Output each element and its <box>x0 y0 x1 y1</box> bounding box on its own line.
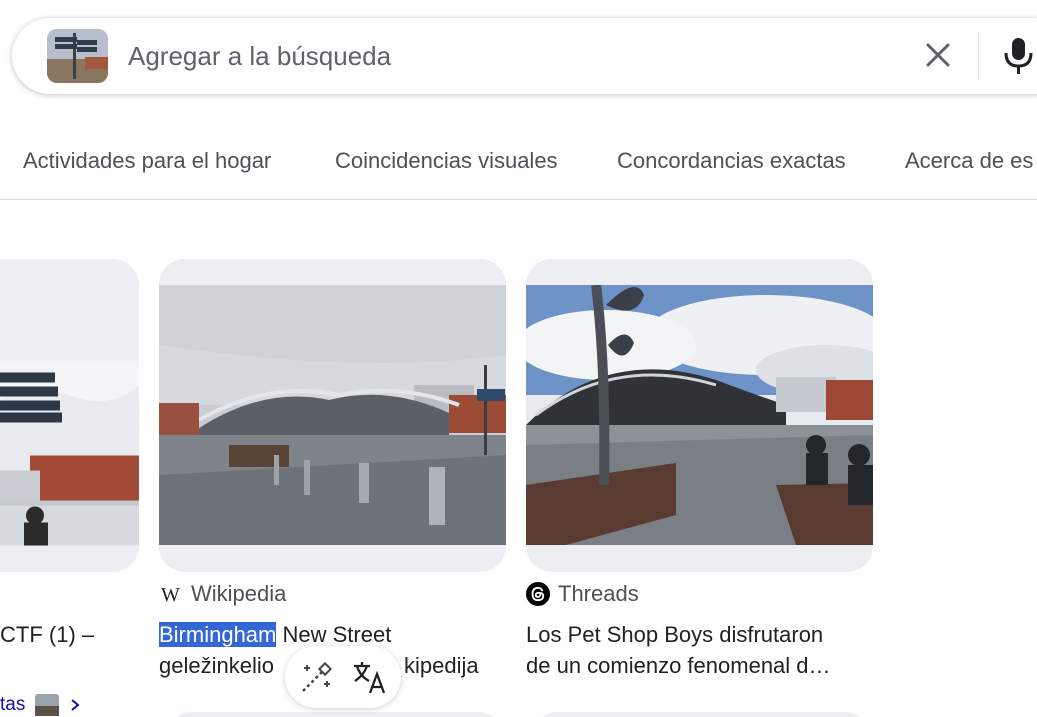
tab-coincidencias-visuales[interactable]: Coincidencias visuales <box>335 148 558 174</box>
tab-concordancias-exactas[interactable]: Concordancias exactas <box>617 148 846 174</box>
wikipedia-icon: W <box>161 584 180 606</box>
divider <box>978 32 979 80</box>
result-card-next[interactable] <box>536 712 866 717</box>
tab-acerca-de[interactable]: Acerca de es <box>905 148 1033 174</box>
result-image[interactable] <box>0 259 139 572</box>
title-line: de un comienzo fenomenal d… <box>526 653 831 678</box>
result-card-next[interactable] <box>170 712 500 717</box>
translate-icon[interactable] <box>351 659 389 697</box>
title-text: kipedija <box>403 653 479 678</box>
result-source[interactable]: W Wikipedia <box>159 581 286 607</box>
threads-icon <box>526 582 550 606</box>
title-text: New Street <box>276 622 392 647</box>
result-title[interactable]: Los Pet Shop Boys disfrutaron de un comi… <box>526 619 873 681</box>
source-name: Wikipedia <box>191 581 287 606</box>
title-text: geležinkelio <box>159 653 274 678</box>
title-line: Los Pet Shop Boys disfrutaron <box>526 622 824 647</box>
result-image[interactable] <box>526 259 873 572</box>
result-source[interactable]: Threads <box>526 581 639 607</box>
link-text: tas <box>0 694 26 715</box>
microphone-icon[interactable] <box>1002 36 1036 76</box>
title-highlight: Birmingham <box>159 622 277 647</box>
result-more-link[interactable]: tas <box>0 694 81 716</box>
close-icon[interactable] <box>918 38 958 74</box>
result-image[interactable] <box>159 259 506 572</box>
svg-text:W: W <box>161 584 180 606</box>
chevron-right-icon <box>71 699 80 711</box>
tab-actividades[interactable]: Actividades para el hogar <box>23 148 271 174</box>
filter-tabs: Actividades para el hogar Coincidencias … <box>0 140 1037 180</box>
source-name: Threads <box>558 581 639 606</box>
thumbnail-icon <box>35 694 60 716</box>
selection-tools <box>285 646 401 708</box>
tabs-divider <box>0 199 1037 200</box>
magic-wand-icon[interactable] <box>297 659 335 697</box>
result-title[interactable]: CTF (1) – <box>0 619 94 650</box>
search-bar <box>12 18 1037 94</box>
image-thumbnail[interactable] <box>47 29 108 83</box>
search-input[interactable] <box>128 38 888 74</box>
